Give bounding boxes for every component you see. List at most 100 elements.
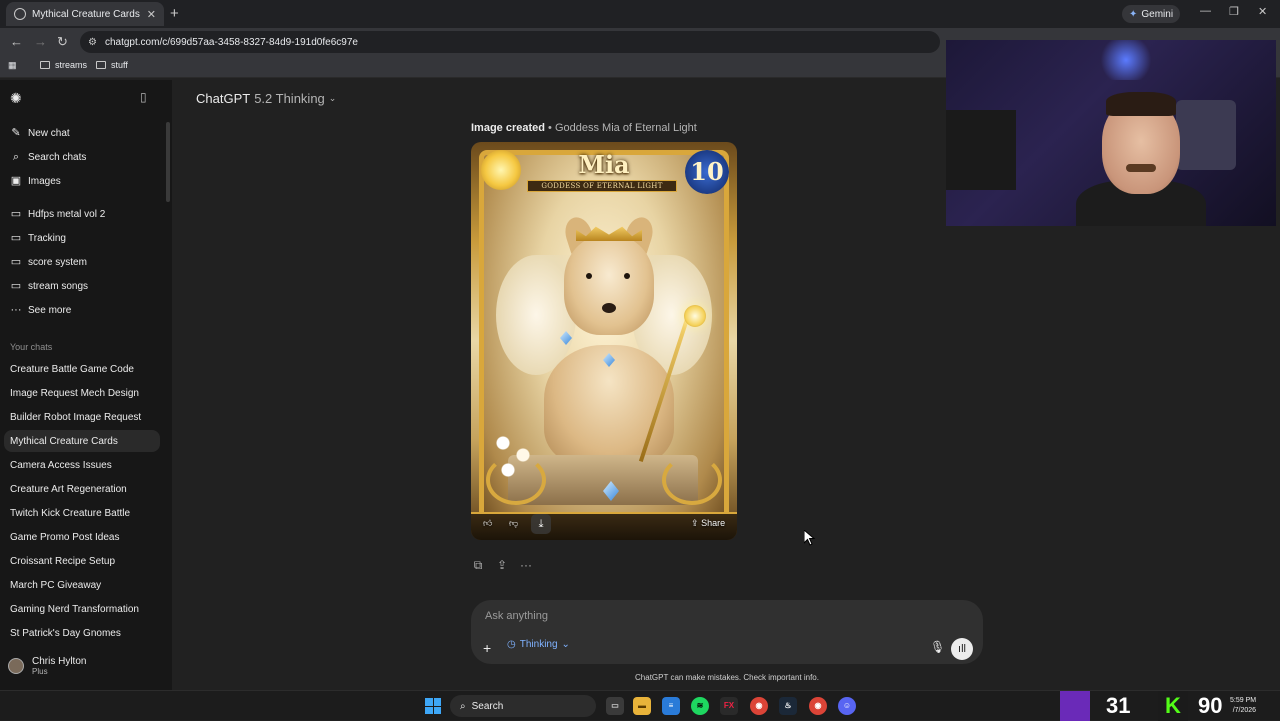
right-laurel xyxy=(662,455,722,505)
sidebar-item-new-chat[interactable]: ✎ New chat xyxy=(10,127,70,139)
chrome-icon[interactable]: ◉ xyxy=(750,697,768,715)
share-icon[interactable]: ⇪ xyxy=(495,558,509,572)
sidebar-item-label: Hdfps metal vol 2 xyxy=(28,208,106,220)
thinking-mode-chip[interactable]: ◷ Thinking ⌄ xyxy=(507,639,570,650)
windows-taskbar: ⌕ Search ▭ ▬ ≡ ≋ FX ◉ ♨ ◉ ☺ 31 K 90 5:59… xyxy=(0,690,1280,721)
sidebar-project-score-system[interactable]: ▭ score system xyxy=(10,256,87,268)
file-explorer-icon[interactable]: ▬ xyxy=(633,697,651,715)
openai-logo-icon[interactable]: ✺ xyxy=(10,90,22,107)
discord-icon[interactable]: ☺ xyxy=(838,697,856,715)
streamer-hair xyxy=(1106,92,1176,116)
sidebar-item-search-chats[interactable]: ⌕ Search chats xyxy=(10,151,86,163)
disclaimer: ChatGPT can make mistakes. Check importa… xyxy=(635,673,819,682)
browser-tab[interactable]: Mythical Creature Cards ✕ xyxy=(6,2,164,26)
model-name: ChatGPT xyxy=(196,91,251,106)
task-view-icon[interactable]: ▭ xyxy=(606,697,624,715)
avatar xyxy=(8,658,24,674)
spotify-icon[interactable]: ≋ xyxy=(691,697,709,715)
forward-icon[interactable]: → xyxy=(34,34,47,49)
gemini-button[interactable]: ✦ Gemini xyxy=(1122,5,1181,23)
sparkle-icon: ✦ xyxy=(1129,8,1138,20)
sidebar-project-tracking[interactable]: ▭ Tracking xyxy=(10,232,66,244)
bookmark-label: stuff xyxy=(111,60,128,70)
reload-icon[interactable]: ↻ xyxy=(57,34,68,50)
chat-item[interactable]: March PC Giveaway xyxy=(10,580,101,591)
close-tab-icon[interactable]: ✕ xyxy=(147,8,156,21)
user-name: Chris Hylton xyxy=(32,656,87,667)
search-icon: ⌕ xyxy=(460,700,466,712)
background-shelf xyxy=(946,110,1016,190)
apps-grid-icon[interactable]: ▦ xyxy=(8,60,17,71)
chrome-active-icon[interactable]: ◉ xyxy=(809,697,827,715)
taskbar-search-label: Search xyxy=(471,700,504,712)
chat-item[interactable]: St Patrick's Day Gnomes xyxy=(10,628,121,639)
chat-item-active[interactable]: Mythical Creature Cards xyxy=(10,436,118,447)
more-icon: ··· xyxy=(10,304,22,316)
twitch-counter: 31 xyxy=(1106,693,1131,718)
chat-item[interactable]: Twitch Kick Creature Battle xyxy=(10,508,130,519)
chat-item[interactable]: Gaming Nerd Transformation xyxy=(10,604,139,615)
system-clock[interactable]: 5:59 PM /7/2026 xyxy=(1230,696,1256,716)
share-label: Share xyxy=(701,518,726,528)
download-icon[interactable]: ⤓ xyxy=(531,514,551,534)
sidebar-item-images[interactable]: ▣ Images xyxy=(10,175,61,187)
restore-icon[interactable]: ❐ xyxy=(1229,5,1239,18)
site-info-icon[interactable]: ⚙ xyxy=(88,37,97,48)
sidebar-project-hdfps[interactable]: ▭ Hdfps metal vol 2 xyxy=(10,208,105,220)
thumbs-down-icon[interactable]: 👎︎ xyxy=(509,518,518,529)
chat-item[interactable]: Builder Robot Image Request xyxy=(10,412,141,423)
message-actions: ⧉ ⇪ ··· xyxy=(471,558,533,572)
windows-start-icon[interactable] xyxy=(425,698,441,714)
folder-icon: ▭ xyxy=(10,256,22,268)
bookmark-streams[interactable]: streams xyxy=(40,60,87,70)
model-version: 5.2 Thinking xyxy=(254,91,325,106)
caption-prefix: Image created xyxy=(471,122,545,134)
back-icon[interactable]: ← xyxy=(10,34,23,49)
sidebar-item-label: score system xyxy=(28,256,87,268)
dog-nose xyxy=(602,303,616,313)
chat-item[interactable]: Creature Art Regeneration xyxy=(10,484,127,495)
chat-item[interactable]: Croissant Recipe Setup xyxy=(10,556,115,567)
dog-eye xyxy=(586,273,592,279)
close-window-icon[interactable]: ✕ xyxy=(1258,5,1267,18)
chat-item[interactable]: Image Request Mech Design xyxy=(10,388,139,399)
search-icon: ⌕ xyxy=(12,151,20,163)
model-selector[interactable]: ChatGPT 5.2 Thinking ⌄ xyxy=(196,91,336,106)
new-tab-button[interactable]: + xyxy=(170,5,179,22)
omnibox[interactable]: ⚙ chatgpt.com/c/699d57aa-3458-8327-84d9-… xyxy=(80,31,940,53)
pencil-icon: ✎ xyxy=(11,127,21,139)
prompt-input[interactable] xyxy=(485,610,905,622)
your-chats-heading: Your chats xyxy=(10,342,53,352)
user-account-button[interactable]: Chris Hylton Plus xyxy=(8,656,86,676)
taskbar-search[interactable]: ⌕ Search xyxy=(450,695,596,717)
chat-item[interactable]: Creature Battle Game Code xyxy=(10,364,134,375)
add-attachment-button[interactable]: + xyxy=(483,640,491,656)
sidebar-item-label: Images xyxy=(28,175,61,187)
thumbs-up-icon[interactable]: 👍︎ xyxy=(483,518,492,529)
sidebar-project-stream-songs[interactable]: ▭ stream songs xyxy=(10,280,88,292)
composer: + ◷ Thinking ⌄ 🎙︎ ıll xyxy=(471,600,983,664)
sidebar-item-label: Search chats xyxy=(28,151,87,163)
clock-icon: ◷ xyxy=(507,639,516,650)
sidebar-scrollbar[interactable] xyxy=(166,122,170,202)
minimize-icon[interactable]: — xyxy=(1200,5,1211,17)
card-name: Mia xyxy=(578,150,630,179)
more-options-icon[interactable]: ··· xyxy=(519,558,533,572)
folder-icon xyxy=(96,61,106,69)
chat-item[interactable]: Game Promo Post Ideas xyxy=(10,532,120,543)
steam-icon[interactable]: ♨ xyxy=(779,697,797,715)
notepad-icon[interactable]: ≡ xyxy=(662,697,680,715)
bookmark-stuff[interactable]: stuff xyxy=(96,60,128,70)
hudfx-icon[interactable]: FX xyxy=(720,697,738,715)
image-share-button[interactable]: ⇪ Share xyxy=(691,518,725,529)
generated-card-image[interactable]: 10 Mia GODDESS OF ETERNAL LIGHT 👍︎ 👎︎ ⤓ … xyxy=(471,142,737,540)
sidebar-see-more[interactable]: ··· See more xyxy=(10,304,72,316)
copy-icon[interactable]: ⧉ xyxy=(471,558,485,572)
url-text[interactable]: chatgpt.com/c/699d57aa-3458-8327-84d9-19… xyxy=(105,37,358,48)
close-sidebar-icon[interactable]: ▯ xyxy=(140,90,147,104)
voice-mode-button[interactable]: ıll xyxy=(951,638,973,660)
left-laurel xyxy=(486,455,546,505)
microphone-icon[interactable]: 🎙︎ xyxy=(930,640,945,654)
sidebar-item-label: New chat xyxy=(28,127,70,139)
chat-item[interactable]: Camera Access Issues xyxy=(10,460,112,471)
